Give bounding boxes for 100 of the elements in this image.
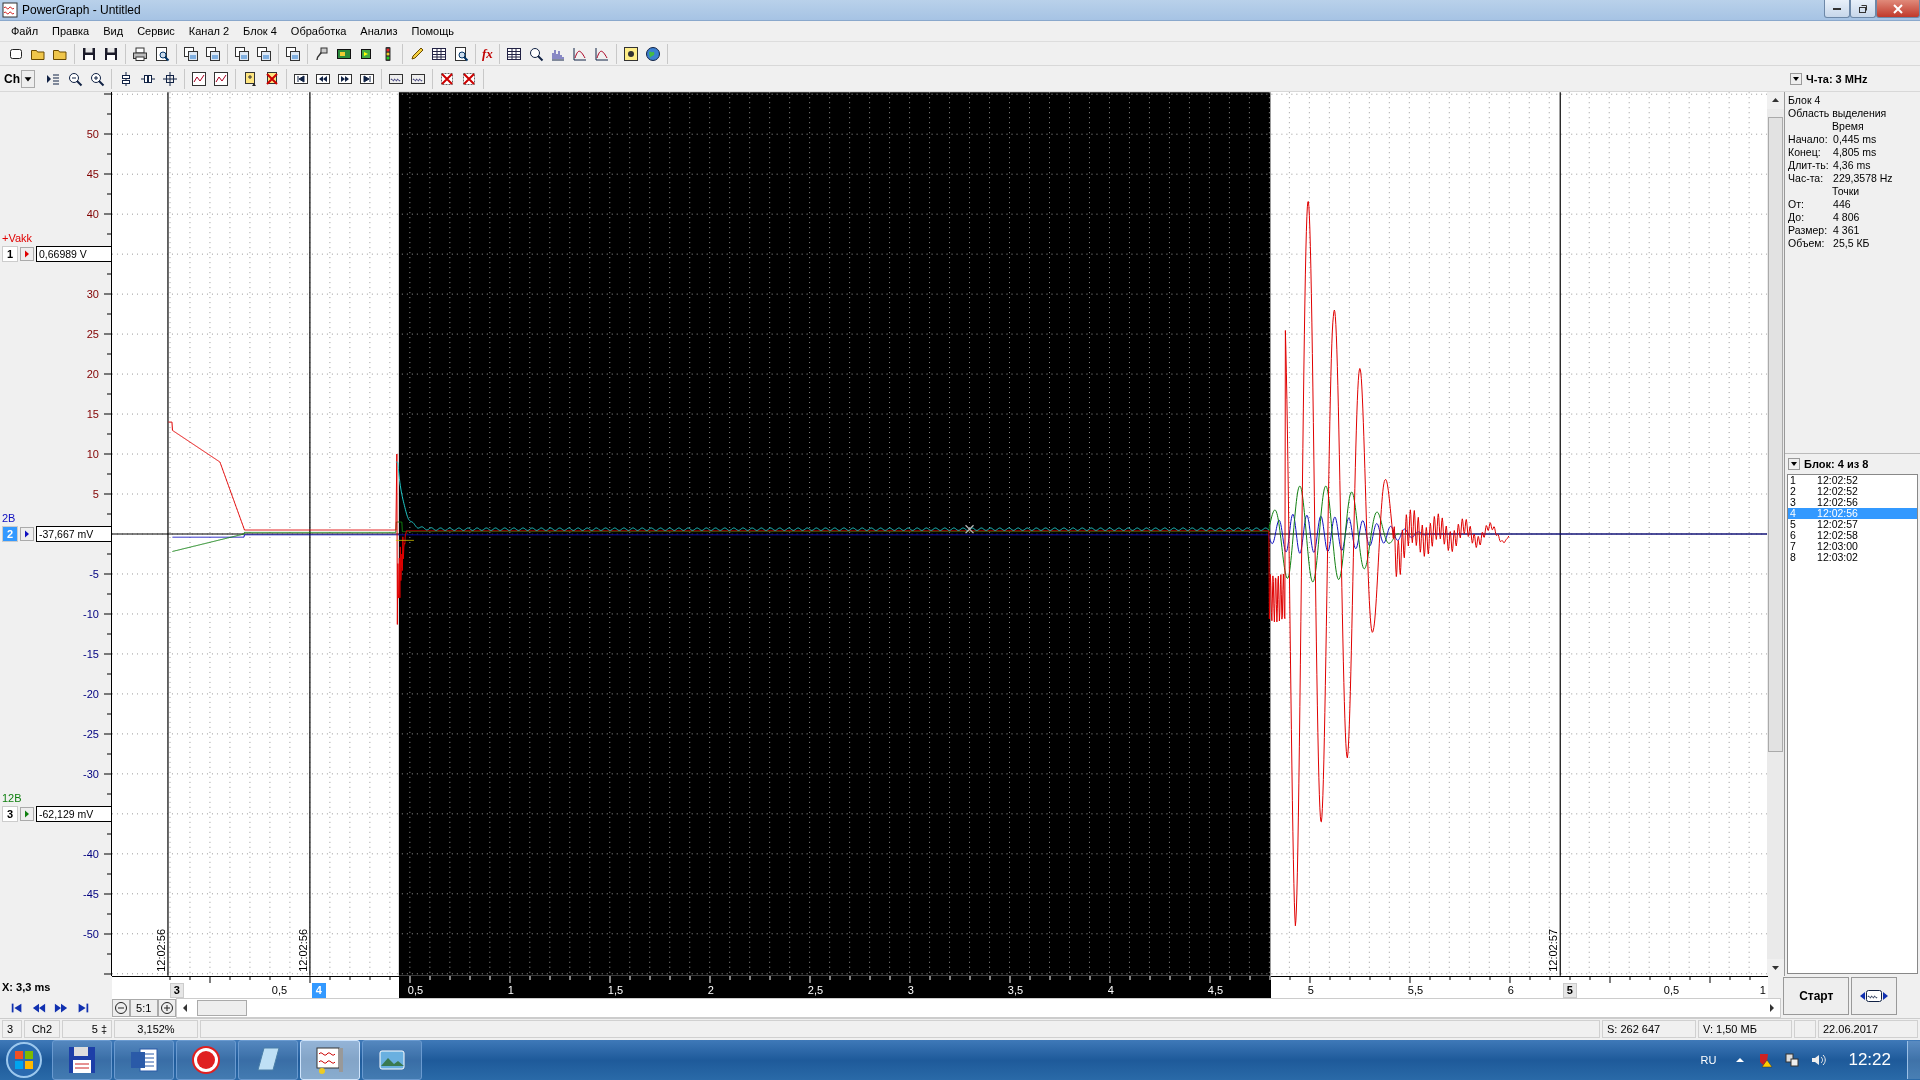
zoom-out-button[interactable] [111,998,130,1017]
delete-icon[interactable] [461,70,477,87]
close-icon [1893,3,1903,14]
info-label: От: [1788,197,1805,211]
zoom-ratio: 5:1 [129,998,158,1017]
menu-item[interactable]: Вид [96,23,131,40]
block-number-tag[interactable]: 5 [1562,982,1577,998]
dropdown-button[interactable] [1788,457,1801,470]
y-axis-label: -10 [83,606,99,621]
block-number-tag[interactable]: 3 [169,982,184,998]
block-list-item[interactable]: 1 12:02:52 [1788,474,1917,486]
channel-marker-icon[interactable] [20,246,34,261]
block-list-item[interactable]: 6 12:02:58 [1788,529,1917,541]
close-button[interactable] [1876,0,1920,18]
delete-marker-icon[interactable] [264,70,280,87]
x-axis-label: 3 [907,983,914,997]
y-axis-label: 40 [86,206,99,221]
menu-item[interactable]: Анализ [353,23,405,40]
menu-item[interactable]: Правка [45,23,97,40]
block-list-item[interactable]: 2 12:02:52 [1788,485,1917,497]
globe-icon[interactable] [644,45,661,62]
y-axis-label: -30 [83,766,99,781]
info-label: Начало: [1788,132,1829,146]
block-list-item[interactable]: 5 12:02:57 [1788,518,1917,530]
delete-icon[interactable] [439,70,455,87]
x-axis-label: 2,5 [807,983,824,997]
language-indicator[interactable]: RU [1700,1054,1717,1066]
info-text: Блок 4 [1788,93,1822,107]
y-axis-label: -25 [83,726,99,741]
shield-warning-icon[interactable] [1758,1052,1775,1068]
fit-width-button[interactable] [1851,976,1898,1015]
channel-marker-icon[interactable] [20,526,34,541]
menu-item[interactable]: Блок 4 [236,23,284,40]
y-axis-label: -15 [83,646,99,661]
channel-number[interactable]: 1 [2,245,18,262]
y-axis-label: 45 [86,166,99,181]
stacked-pages-icon[interactable] [234,45,250,62]
y-axis-label: 20 [86,366,99,381]
stacked-pages-icon[interactable] [256,45,272,62]
zoom-out-icon[interactable] [67,70,83,87]
dropdown-button[interactable] [1790,72,1802,85]
table-icon[interactable] [505,45,522,62]
minimize-button[interactable] [1824,0,1850,18]
x-axis-label: 4 [1107,983,1114,997]
channel-number[interactable]: 3 [2,805,18,822]
menu-item[interactable]: Сервис [130,23,182,40]
printer-icon[interactable] [132,45,148,62]
status-date: 22.06.2017 [1818,1020,1918,1039]
x-axis-label: 1 [507,983,514,997]
zoom-in-icon[interactable] [89,70,105,87]
restore-button[interactable] [1850,0,1876,18]
stacked-pages-icon[interactable] [205,45,221,62]
channel-marker-icon[interactable] [20,806,34,821]
channel-name: 12В [2,790,22,805]
menu-item[interactable]: Файл [4,23,46,40]
scroll-thumb[interactable] [196,999,247,1016]
x-axis-label: 1,5 [607,983,624,997]
browser-icon [190,1044,222,1076]
block-list-item[interactable]: 3 12:02:56 [1788,496,1917,508]
info-value: 446 [1833,197,1851,211]
formula-button[interactable]: fx [482,45,493,62]
scroll-thumb[interactable] [1768,116,1784,752]
zoom-in-button[interactable] [157,998,176,1017]
block-list-item[interactable]: 8 12:03:02 [1788,551,1917,563]
start-orb-button[interactable] [4,1040,44,1080]
clock[interactable]: 12:22 [1848,1050,1891,1070]
line-chart-page-icon[interactable] [191,70,207,87]
page-magnifier-icon[interactable] [154,45,170,62]
taskbar-app-button[interactable] [176,1040,236,1080]
channel-name: 2В [2,510,16,525]
crosshair-frame-icon[interactable] [162,70,178,87]
help-icon[interactable] [622,45,639,62]
network-icon[interactable] [1784,1052,1801,1068]
taskbar-app-button[interactable] [52,1040,112,1080]
block-timestamp: 12:02:56 [154,928,167,972]
page-magnifier-icon[interactable] [453,45,469,62]
info-text: Область выделения [1788,106,1888,120]
stacked-pages-icon[interactable] [183,45,199,62]
line-chart-icon[interactable] [571,45,588,62]
pencil-icon[interactable] [409,45,425,62]
horizontal-scrollbar[interactable] [175,997,1782,1018]
taskbar-app-button[interactable] [114,1040,174,1080]
block-list-item[interactable]: 7 12:03:00 [1788,540,1917,552]
menu-item[interactable]: Помощь [404,23,461,40]
taskbar-app-button[interactable] [238,1040,298,1080]
table-icon[interactable] [431,45,447,62]
channel-dropdown[interactable]: Ch [2,69,39,88]
add-marker-icon[interactable] [242,70,258,87]
line-chart-icon[interactable] [593,45,610,62]
speaker-icon[interactable] [1810,1052,1827,1068]
stacked-pages-icon[interactable] [285,45,301,62]
menu-item[interactable]: Канал 2 [181,23,237,40]
show-desktop-button[interactable] [1907,1041,1920,1079]
magnifier-icon[interactable] [527,45,544,62]
y-axis-label: -5 [89,566,99,581]
menu-item[interactable]: Обработка [283,23,354,40]
plug-icon[interactable] [314,45,330,62]
start-button[interactable]: Старт [1783,976,1850,1015]
channel-name: +Vakk [2,230,33,245]
line-chart-page-icon[interactable] [213,70,229,87]
